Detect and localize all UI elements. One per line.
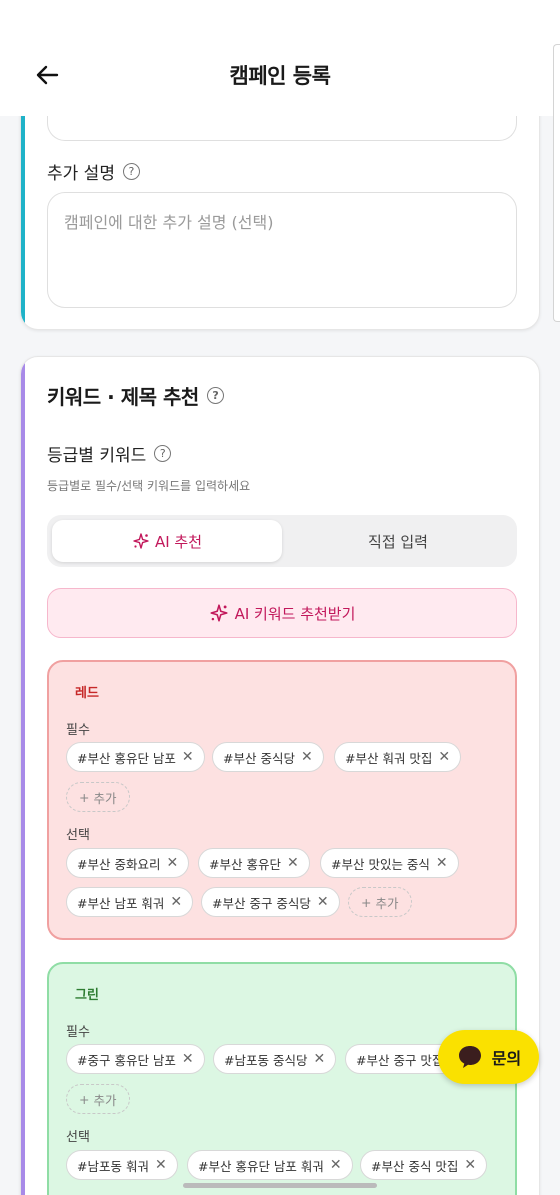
grade-keyword-hint: 등급별로 필수/선택 키워드를 입력하세요 (47, 479, 251, 493)
keyword-chip-text: #부산 중구 맛집 (356, 1052, 444, 1068)
keyword-chip-text: #부산 중화요리 (77, 856, 161, 872)
plus-icon: + (79, 1091, 90, 1107)
keyword-chip-text: #부산 남포 훠궈 (77, 895, 165, 911)
campaign-info-card: 추가 설명 ? 캠페인에 대한 추가 설명 (선택) (20, 80, 540, 330)
keyword-chip-text: #부산 홍유단 남포 훠궈 (198, 1158, 324, 1174)
keyword-chip: #부산 홍유단 ✕ (198, 848, 310, 878)
keyword-chip: #부산 중식 맛집 ✕ (360, 1150, 488, 1180)
remove-icon[interactable]: ✕ (313, 1051, 325, 1067)
remove-icon[interactable]: ✕ (330, 1157, 342, 1173)
keyword-chip-text: #중구 홍유단 남포 (77, 1052, 176, 1068)
tab-direct-input[interactable]: 직접 입력 (283, 520, 513, 562)
remove-icon[interactable]: ✕ (182, 1051, 194, 1067)
remove-icon[interactable]: ✕ (464, 1157, 476, 1173)
inquiry-chat-button[interactable]: 문의 (438, 1030, 539, 1084)
sparkle-icon (133, 533, 149, 549)
ai-keyword-recommend-button[interactable]: AI 키워드 추천받기 (47, 588, 517, 638)
grade-name: 레드 (75, 686, 99, 701)
remove-icon[interactable]: ✕ (438, 749, 450, 765)
keyword-chip-text: #남포동 훠궈 (77, 1158, 149, 1174)
add-required-button[interactable]: + 추가 (66, 782, 130, 812)
required-label: 필수 (66, 1025, 90, 1040)
keyword-chip: #부산 홍유단 남포 훠궈 ✕ (187, 1150, 353, 1180)
section-title: 키워드 · 제목 추천 ? (47, 381, 224, 410)
chat-bubble-icon (458, 1046, 481, 1068)
ai-keyword-button-label: AI 키워드 추천받기 (234, 604, 356, 623)
add-optional-button[interactable]: + 추가 (348, 887, 412, 917)
help-icon[interactable]: ? (154, 445, 172, 462)
optional-label: 선택 (66, 828, 90, 843)
add-label: 추가 (93, 1092, 117, 1108)
keyword-chip: #부산 맛있는 중식 ✕ (320, 848, 459, 878)
keyword-chip: #남포동 훠궈 ✕ (66, 1150, 178, 1180)
keyword-chip-text: #부산 맛있는 중식 (331, 856, 430, 872)
extra-desc-textarea[interactable]: 캠페인에 대한 추가 설명 (선택) (47, 192, 517, 308)
extra-desc-placeholder: 캠페인에 대한 추가 설명 (선택) (64, 213, 274, 232)
grade-keyword-label: 등급별 키워드 ? (47, 441, 172, 466)
keyword-chip: #부산 훠궈 맛집 ✕ (334, 742, 462, 772)
extra-desc-label: 추가 설명 ? (47, 159, 140, 184)
side-panel-edge (553, 44, 560, 322)
app-header: 캠페인 등록 (0, 0, 560, 116)
remove-icon[interactable]: ✕ (317, 894, 329, 910)
page-title: 캠페인 등록 (229, 64, 331, 88)
grade-name: 그린 (75, 988, 99, 1003)
keyword-chip-text: #부산 중식당 (223, 750, 295, 766)
add-label: 추가 (93, 790, 117, 806)
plus-icon: + (361, 894, 372, 910)
keyword-chip: #중구 홍유단 남포 ✕ (66, 1044, 205, 1074)
keyword-chip-text: #부산 훠궈 맛집 (345, 750, 433, 766)
optional-label: 선택 (66, 1130, 90, 1145)
keyword-chip: #부산 남포 훠궈 ✕ (66, 887, 194, 917)
tab-ai-recommend-label: AI 추천 (154, 532, 203, 551)
keyword-chip: #부산 중구 중식당 ✕ (201, 887, 340, 917)
remove-icon[interactable]: ✕ (182, 749, 194, 765)
remove-icon[interactable]: ✕ (436, 855, 448, 871)
keyword-chip: #부산 중화요리 ✕ (66, 848, 190, 878)
keyword-chip-text: #부산 중구 중식당 (212, 895, 311, 911)
remove-icon[interactable]: ✕ (301, 749, 313, 765)
keyword-chip: #남포동 중식당 ✕ (213, 1044, 337, 1074)
sparkle-icon (210, 604, 228, 622)
keyword-chip-text: #부산 홍유단 (209, 856, 281, 872)
remove-icon[interactable]: ✕ (287, 855, 299, 871)
keyword-chip-text: #남포동 중식당 (224, 1052, 308, 1068)
remove-icon[interactable]: ✕ (170, 894, 182, 910)
help-icon[interactable]: ? (122, 163, 140, 180)
help-icon[interactable]: ? (206, 387, 224, 404)
grade-green-box: 그린 필수 #중구 홍유단 남포 ✕ #남포동 중식당 ✕ #부산 중구 맛집 ✕ +… (47, 962, 517, 1195)
add-label: 추가 (375, 895, 399, 911)
keyword-chip: #부산 중식당 ✕ (212, 742, 324, 772)
tab-ai-recommend[interactable]: AI 추천 (52, 520, 282, 562)
required-label: 필수 (66, 723, 90, 738)
home-indicator (183, 1183, 377, 1188)
remove-icon[interactable]: ✕ (155, 1157, 167, 1173)
add-required-button[interactable]: + 추가 (66, 1084, 130, 1114)
tab-direct-input-label: 직접 입력 (368, 532, 428, 551)
remove-icon[interactable]: ✕ (166, 855, 178, 871)
keyword-chip-text: #부산 중식 맛집 (371, 1158, 459, 1174)
keyword-chip: #부산 홍유단 남포 ✕ (66, 742, 205, 772)
plus-icon: + (79, 789, 90, 805)
keyword-chip-text: #부산 홍유단 남포 (77, 750, 176, 766)
input-mode-segmented: AI 추천 직접 입력 (47, 515, 517, 567)
grade-red-box: 레드 필수 #부산 홍유단 남포 ✕ #부산 중식당 ✕ #부산 훠궈 맛집 ✕ + 추… (47, 660, 517, 940)
inquiry-label: 문의 (491, 1049, 522, 1068)
